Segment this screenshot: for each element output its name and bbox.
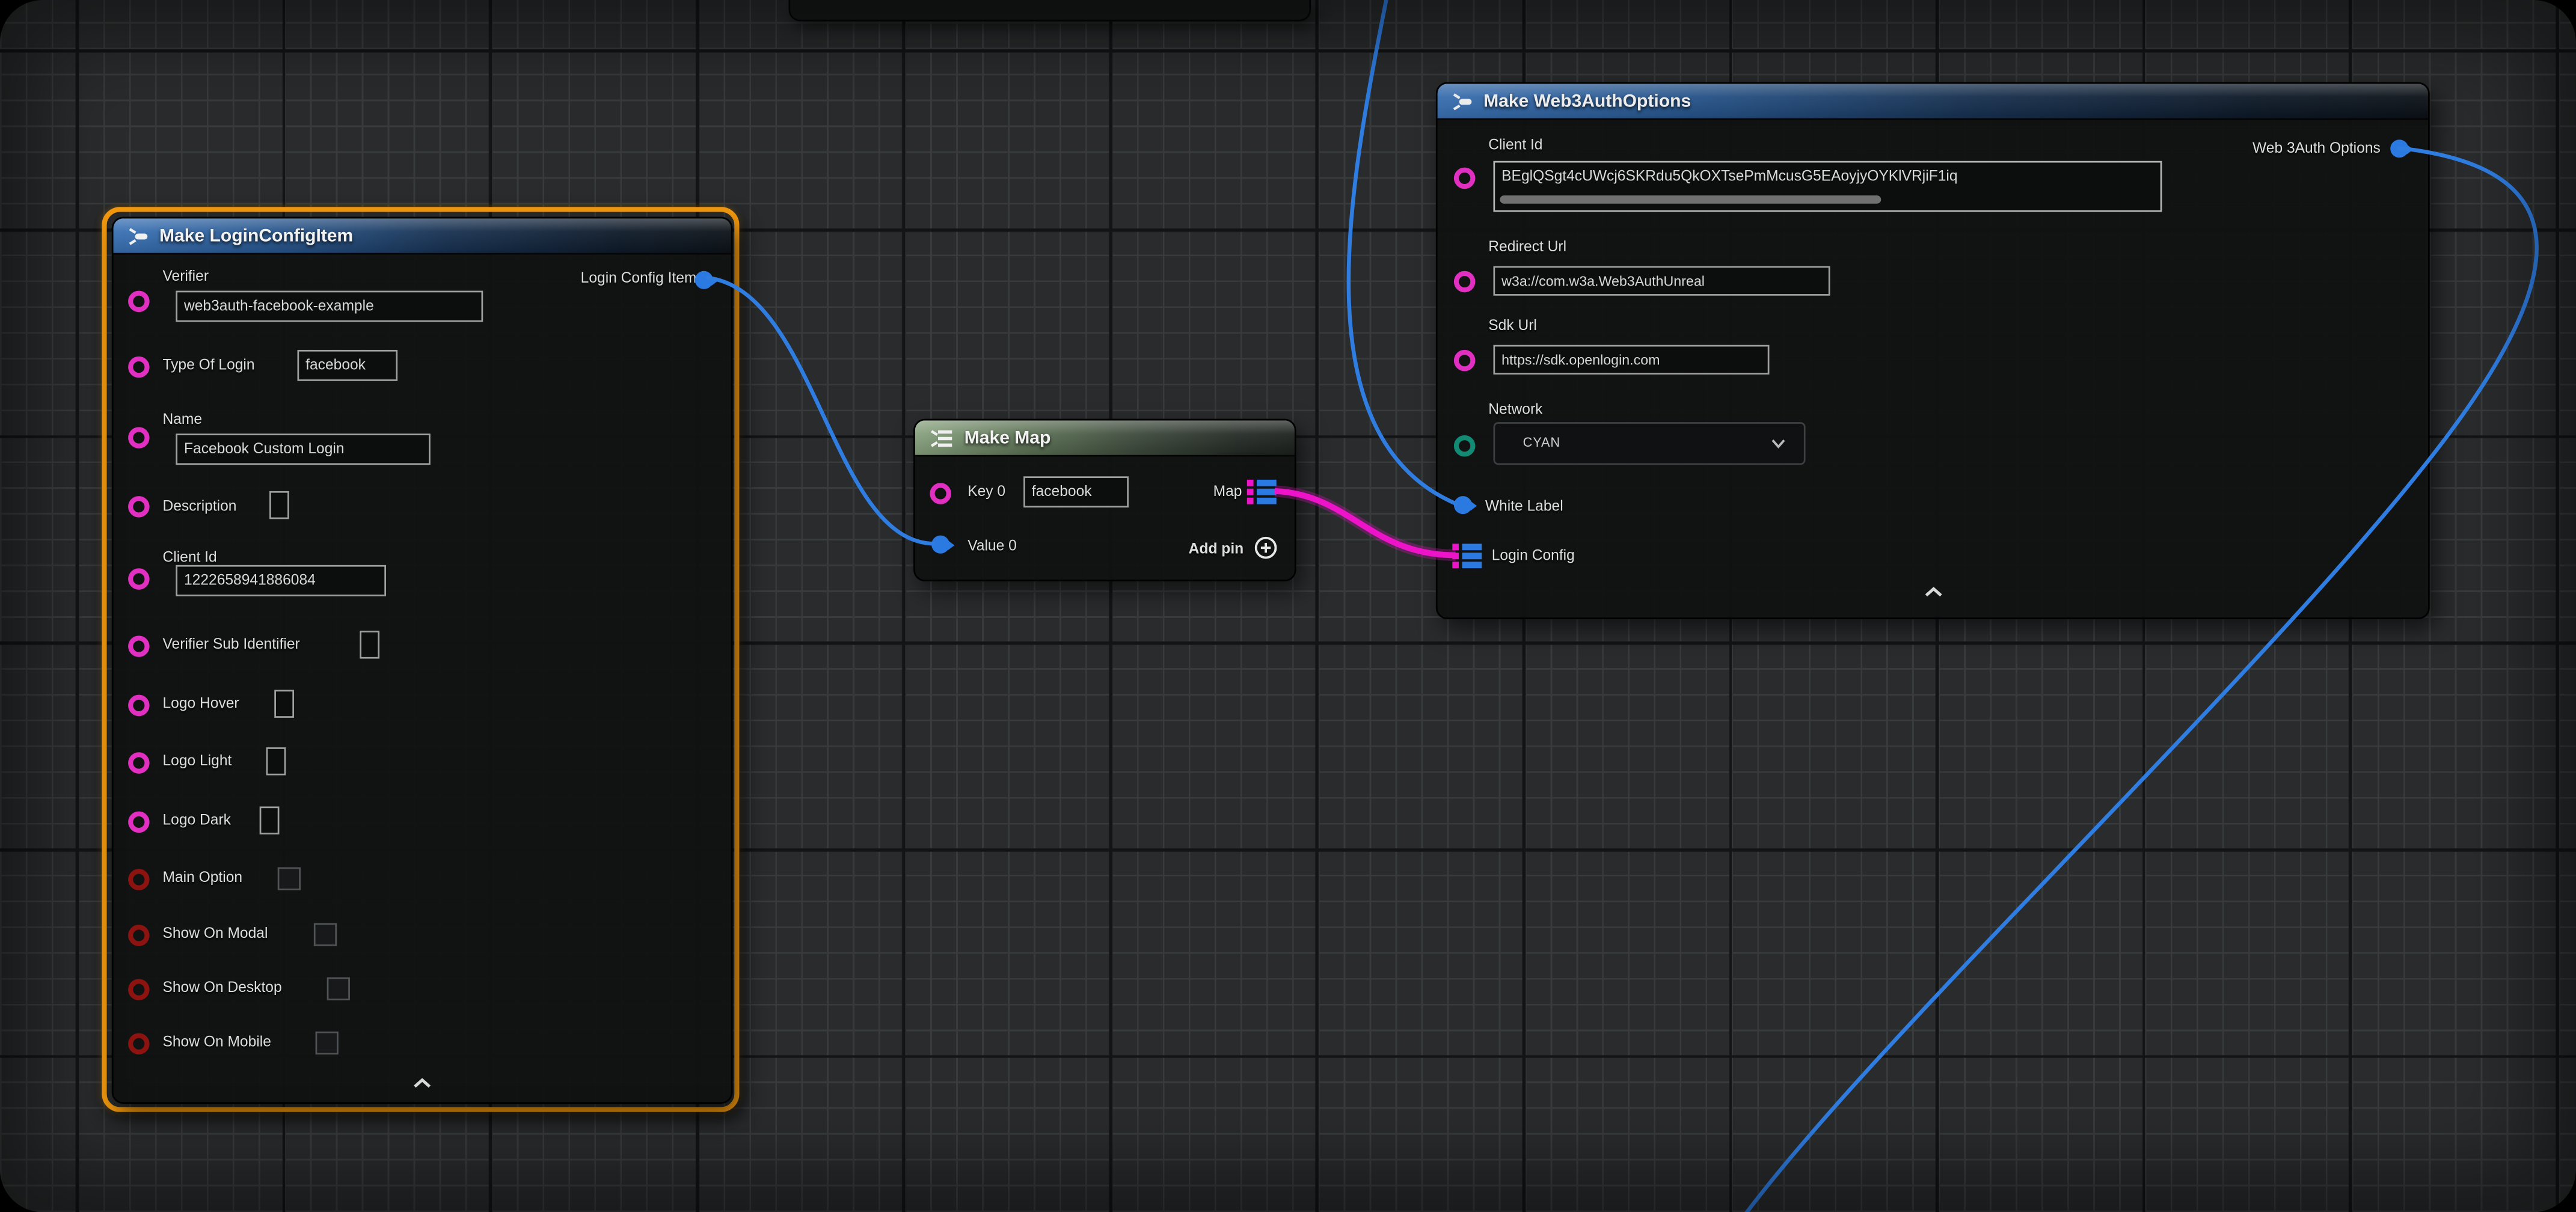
wire-top-to-whitelabel[interactable] — [1349, 0, 1458, 504]
blueprint-editor-window: Make LoginConfigItem Login Config Item V… — [0, 0, 2576, 1212]
blueprint-graph-canvas[interactable]: Make LoginConfigItem Login Config Item V… — [0, 0, 2576, 1212]
wire-map-to-loginconfig-glow — [1275, 491, 1456, 556]
wire-web3authoptions-output[interactable] — [1735, 148, 2537, 1212]
wire-layer — [0, 0, 2576, 1212]
wire-loginconfigitem-to-value0[interactable] — [707, 278, 935, 544]
